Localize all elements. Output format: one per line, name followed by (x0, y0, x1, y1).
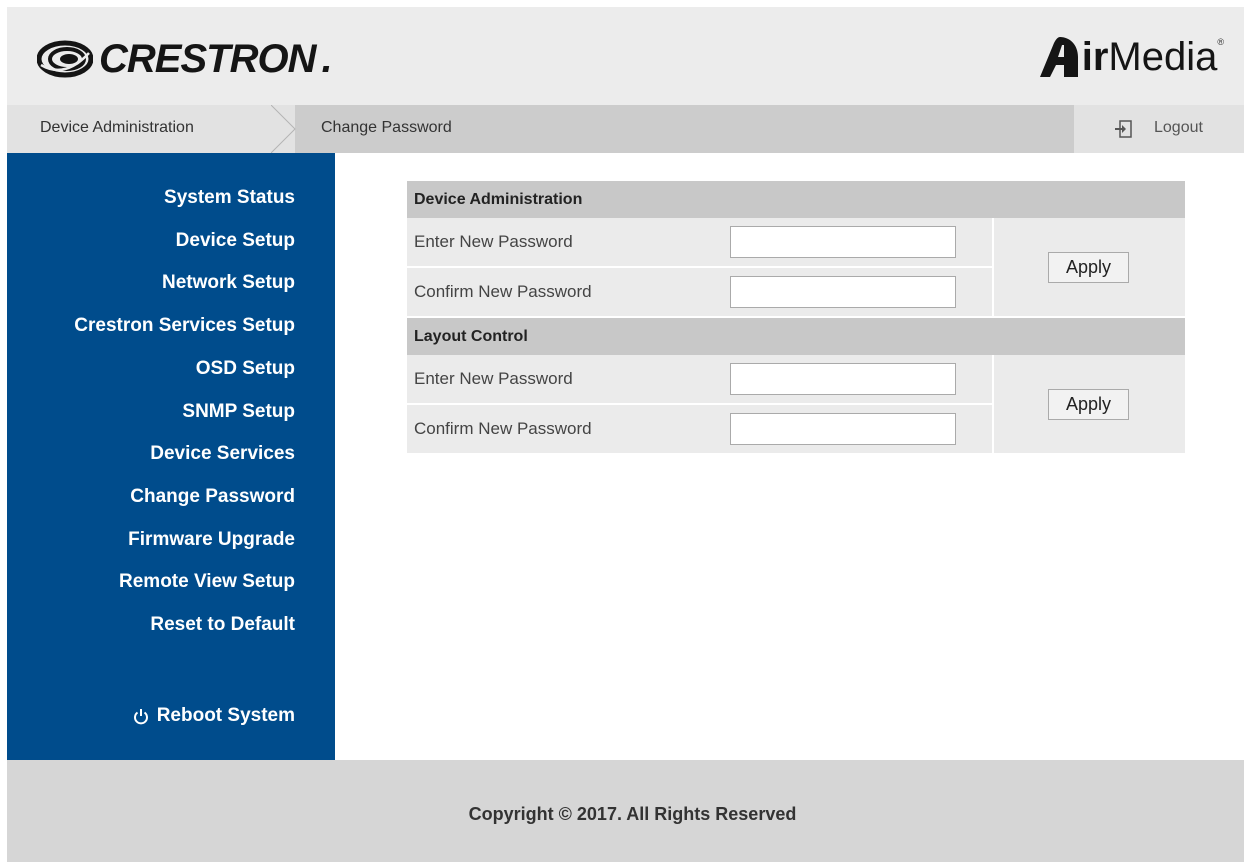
panel-title: Layout Control (407, 318, 1185, 355)
panel-title: Device Administration (407, 181, 1185, 218)
sidebar-item-system-status[interactable]: System Status (164, 187, 295, 209)
confirm-password-row: Confirm New Password (407, 405, 992, 453)
product-reg-mark: ® (1217, 37, 1224, 47)
brand-tm: . (321, 37, 332, 81)
sidebar-item-device-setup[interactable]: Device Setup (176, 230, 295, 252)
logout-icon (1115, 120, 1132, 138)
breadcrumb-label: Device Administration (40, 119, 194, 136)
crestron-swirl-icon (37, 40, 93, 78)
logout-label: Logout (1154, 119, 1203, 136)
panel-body: Enter New Password Confirm New Password … (407, 355, 1185, 453)
layout-control-panel: Layout Control Enter New Password Confir… (407, 318, 1185, 453)
logout-button[interactable]: Logout (1074, 105, 1244, 153)
sidebar: System Status Device Setup Network Setup… (7, 153, 335, 760)
confirm-password-label: Confirm New Password (414, 419, 592, 438)
sidebar-item-change-password[interactable]: Change Password (130, 486, 295, 508)
sidebar-item-firmware-upgrade[interactable]: Firmware Upgrade (128, 529, 295, 551)
airmedia-logo: ir Media ® (1039, 31, 1224, 83)
brand-name: CRESTRON (99, 37, 316, 81)
sidebar-item-snmp-setup[interactable]: SNMP Setup (182, 401, 295, 423)
new-password-label-cell: Enter New Password (407, 355, 693, 403)
new-password-row: Enter New Password (407, 218, 992, 266)
sidebar-item-osd-setup[interactable]: OSD Setup (196, 358, 295, 380)
sidebar-item-remote-view-setup[interactable]: Remote View Setup (119, 571, 295, 593)
new-password-input-cell (695, 218, 992, 266)
confirm-password-label-cell: Confirm New Password (407, 405, 693, 453)
apply-cell: Apply (994, 218, 1185, 316)
crestron-logo: CRESTRON. (37, 35, 333, 83)
new-password-row: Enter New Password (407, 355, 992, 403)
page-frame: CRESTRON. ir Media ® Device Administration… (7, 7, 1244, 862)
copyright-text: Copyright © 2017. All Rights Reserved (468, 804, 797, 824)
reboot-system-button[interactable]: Reboot System (133, 705, 295, 727)
power-icon (133, 708, 148, 724)
confirm-password-input-cell (695, 405, 992, 453)
new-password-label: Enter New Password (414, 232, 573, 251)
confirm-password-label: Confirm New Password (414, 282, 592, 301)
footer: Copyright © 2017. All Rights Reserved (7, 760, 1244, 862)
apply-cell: Apply (994, 355, 1185, 453)
header: CRESTRON. ir Media ® (7, 7, 1244, 105)
reboot-label: Reboot System (156, 705, 295, 726)
sidebar-item-network-setup[interactable]: Network Setup (162, 272, 295, 294)
new-password-label: Enter New Password (414, 369, 573, 388)
product-name-bold: ir (1081, 35, 1109, 79)
device-administration-panel: Device Administration Enter New Password… (407, 181, 1185, 316)
product-name-light: Media (1108, 35, 1218, 79)
confirm-password-label-cell: Confirm New Password (407, 268, 693, 316)
confirm-password-input-cell (695, 268, 992, 316)
breadcrumb-item-change-password: Change Password (321, 119, 452, 136)
new-password-input-cell (695, 355, 992, 403)
apply-button[interactable]: Apply (1048, 252, 1129, 283)
sidebar-item-reset-to-default[interactable]: Reset to Default (150, 614, 295, 636)
panel-body: Enter New Password Confirm New Password … (407, 218, 1185, 316)
sidebar-item-crestron-services-setup[interactable]: Crestron Services Setup (74, 315, 295, 337)
new-password-label-cell: Enter New Password (407, 218, 693, 266)
confirm-password-row: Confirm New Password (407, 268, 992, 316)
confirm-password-field[interactable] (730, 276, 956, 308)
new-password-field[interactable] (730, 363, 956, 395)
airmedia-a-icon (1039, 37, 1078, 77)
breadcrumb-item-device-administration[interactable]: Device Administration (7, 105, 295, 153)
apply-button[interactable]: Apply (1048, 389, 1129, 420)
confirm-password-field[interactable] (730, 413, 956, 445)
sidebar-item-device-services[interactable]: Device Services (150, 443, 295, 465)
chevron-right-icon (271, 105, 296, 153)
new-password-field[interactable] (730, 226, 956, 258)
breadcrumb: Device Administration Change Password Lo… (7, 105, 1244, 153)
